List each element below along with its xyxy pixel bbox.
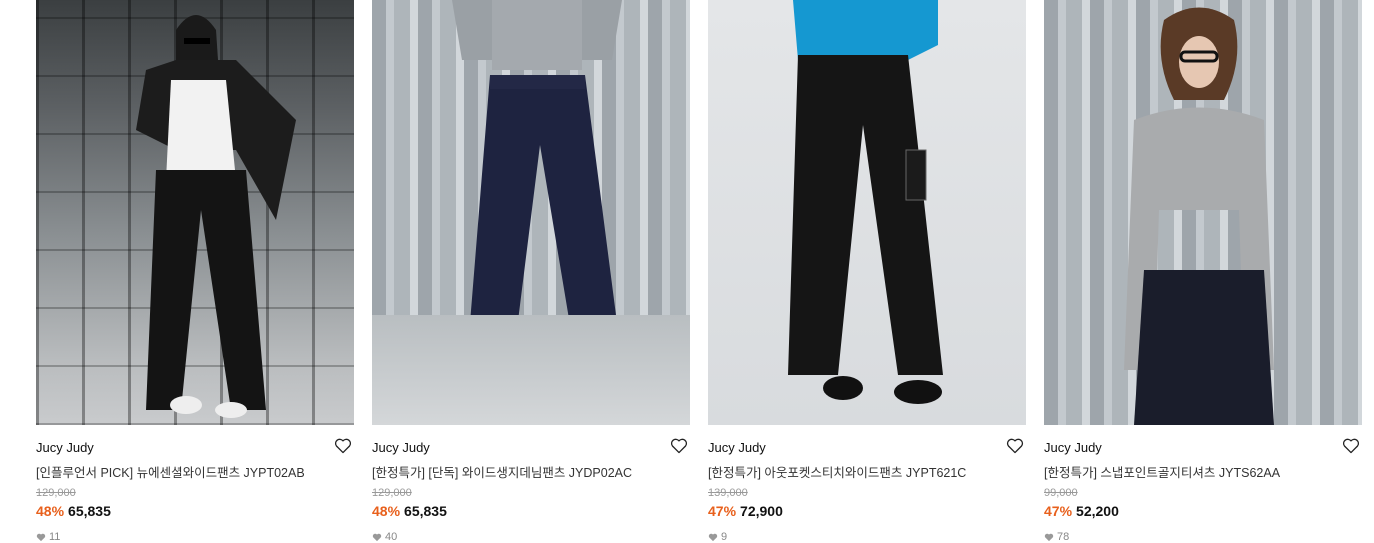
like-count-value: 40 — [385, 531, 398, 543]
product-card[interactable]: Jucy Judy [인플루언서 PICK] 뉴에센셜와이드팬츠 JYPT02A… — [36, 0, 354, 543]
product-title[interactable]: [한정특가] 아웃포켓스티치와이드팬츠 JYPT621C — [708, 462, 966, 481]
sale-price: 65,835 — [404, 503, 447, 519]
price-row: 48% 65,835 — [372, 503, 447, 519]
like-count-value: 78 — [1057, 531, 1070, 543]
product-card[interactable]: Jucy Judy [한정특가] [단독] 와이드생지데님팬츠 JYDP02AC… — [372, 0, 690, 543]
heart-small-icon — [372, 533, 382, 541]
original-price: 129,000 — [372, 487, 412, 499]
product-image[interactable] — [36, 0, 354, 425]
like-count: 78 — [1044, 531, 1069, 543]
product-title[interactable]: [한정특가] [단독] 와이드생지데님팬츠 JYDP02AC — [372, 462, 632, 481]
brand-name[interactable]: Jucy Judy — [708, 440, 766, 455]
like-count: 9 — [708, 531, 727, 543]
brand-name[interactable]: Jucy Judy — [1044, 440, 1102, 455]
original-price: 139,000 — [708, 487, 748, 499]
brand-name[interactable]: Jucy Judy — [372, 440, 430, 455]
original-price: 99,000 — [1044, 487, 1078, 499]
discount-rate: 47% — [1044, 503, 1073, 519]
product-image[interactable] — [708, 0, 1026, 425]
product-title[interactable]: [인플루언서 PICK] 뉴에센셜와이드팬츠 JYPT02AB — [36, 462, 305, 481]
heart-icon[interactable] — [1342, 438, 1360, 454]
like-count-value: 11 — [49, 531, 61, 543]
heart-small-icon — [708, 533, 718, 541]
discount-rate: 47% — [708, 503, 737, 519]
product-image[interactable] — [372, 0, 690, 425]
product-card[interactable]: Jucy Judy [한정특가] 아웃포켓스티치와이드팬츠 JYPT621C 1… — [708, 0, 1026, 543]
sale-price: 72,900 — [740, 503, 783, 519]
heart-small-icon — [1044, 533, 1054, 541]
like-count-value: 9 — [721, 531, 728, 543]
heart-small-icon — [36, 533, 46, 541]
product-grid: Jucy Judy [인플루언서 PICK] 뉴에센셜와이드팬츠 JYPT02A… — [36, 0, 1362, 543]
price-row: 47% 52,200 — [1044, 503, 1119, 519]
product-title[interactable]: [한정특가] 스냅포인트골지티셔츠 JYTS62AA — [1044, 462, 1280, 481]
sale-price: 65,835 — [68, 503, 111, 519]
heart-icon[interactable] — [670, 438, 688, 454]
heart-icon[interactable] — [1006, 438, 1024, 454]
brand-name[interactable]: Jucy Judy — [36, 440, 94, 455]
heart-icon[interactable] — [334, 438, 352, 454]
like-count: 40 — [372, 531, 397, 543]
price-row: 47% 72,900 — [708, 503, 783, 519]
discount-rate: 48% — [36, 503, 65, 519]
like-count: 11 — [36, 531, 60, 543]
price-row: 48% 65,835 — [36, 503, 111, 519]
sale-price: 52,200 — [1076, 503, 1119, 519]
discount-rate: 48% — [372, 503, 401, 519]
original-price: 129,000 — [36, 487, 76, 499]
product-card[interactable]: Jucy Judy [한정특가] 스냅포인트골지티셔츠 JYTS62AA 99,… — [1044, 0, 1362, 543]
product-image[interactable] — [1044, 0, 1362, 425]
